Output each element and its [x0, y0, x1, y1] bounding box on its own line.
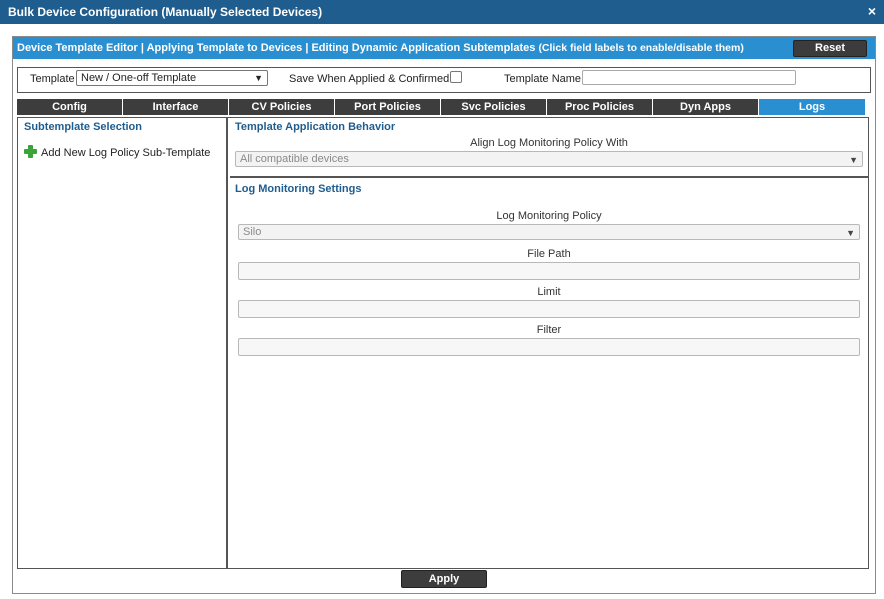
dropdown-arrow-icon: ▼ — [254, 73, 263, 83]
tab-cv-policies[interactable]: CV Policies — [229, 99, 335, 115]
limit-label[interactable]: Limit — [230, 286, 868, 298]
tab-config[interactable]: Config — [17, 99, 123, 115]
tab-interface[interactable]: Interface — [123, 99, 229, 115]
log-monitoring-policy-label[interactable]: Log Monitoring Policy — [230, 210, 868, 222]
template-application-behavior-section: Template Application Behavior Align Log … — [230, 118, 868, 178]
limit-input[interactable] — [238, 300, 860, 318]
log-monitoring-settings-title: Log Monitoring Settings — [235, 183, 362, 195]
file-path-input[interactable] — [238, 262, 860, 280]
template-editor-panel: Device Template Editor | Applying Templa… — [12, 36, 876, 594]
tab-dyn-apps[interactable]: Dyn Apps — [653, 99, 759, 115]
save-when-applied-checkbox[interactable] — [450, 71, 462, 83]
window-title: Bulk Device Configuration (Manually Sele… — [8, 5, 323, 19]
align-policy-label[interactable]: Align Log Monitoring Policy With — [230, 137, 868, 149]
template-label[interactable]: Template — [30, 73, 75, 85]
template-name-label[interactable]: Template Name — [504, 73, 581, 85]
file-path-label[interactable]: File Path — [230, 248, 868, 260]
add-log-policy-label: Add New Log Policy Sub-Template — [41, 147, 211, 159]
align-policy-select[interactable]: All compatible devices ▼ — [235, 151, 863, 167]
window-title-bar: Bulk Device Configuration (Manually Sele… — [0, 0, 884, 24]
reset-button[interactable]: Reset — [793, 40, 867, 57]
template-bar: Template New / One-off Template ▼ Save W… — [17, 67, 871, 93]
tab-port-policies[interactable]: Port Policies — [335, 99, 441, 115]
filter-input[interactable] — [238, 338, 860, 356]
log-monitoring-policy-select[interactable]: Silo ▼ — [238, 224, 860, 240]
dropdown-arrow-icon: ▼ — [846, 228, 855, 238]
align-policy-value: All compatible devices — [240, 153, 349, 165]
apply-button[interactable]: Apply — [401, 570, 487, 588]
editor-header-hint: (Click field labels to enable/disable th… — [538, 42, 744, 54]
plus-icon — [24, 145, 37, 158]
tab-content: Subtemplate Selection Add New Log Policy… — [17, 117, 869, 569]
log-monitoring-policy-value: Silo — [243, 226, 262, 238]
save-when-applied-label[interactable]: Save When Applied & Confirmed — [289, 73, 449, 85]
editor-header: Device Template Editor | Applying Templa… — [13, 37, 875, 59]
close-icon[interactable]: × — [865, 0, 879, 24]
tab-logs[interactable]: Logs — [759, 99, 865, 115]
dropdown-arrow-icon: ▼ — [849, 155, 858, 165]
template-application-behavior-title: Template Application Behavior — [235, 121, 396, 133]
template-select-value: New / One-off Template — [81, 72, 197, 84]
tab-svc-policies[interactable]: Svc Policies — [441, 99, 547, 115]
subtemplate-selection-title: Subtemplate Selection — [24, 121, 142, 133]
template-name-input[interactable] — [582, 70, 796, 85]
add-log-policy-subtemplate[interactable]: Add New Log Policy Sub-Template — [24, 145, 210, 159]
template-select[interactable]: New / One-off Template ▼ — [76, 70, 268, 86]
subtemplate-selection-pane: Subtemplate Selection Add New Log Policy… — [18, 118, 228, 568]
log-settings-pane: Template Application Behavior Align Log … — [230, 118, 868, 568]
tab-proc-policies[interactable]: Proc Policies — [547, 99, 653, 115]
tab-bar: Config Interface CV Policies Port Polici… — [17, 99, 865, 115]
filter-label[interactable]: Filter — [230, 324, 868, 336]
editor-header-title: Device Template Editor | Applying Templa… — [17, 42, 536, 54]
